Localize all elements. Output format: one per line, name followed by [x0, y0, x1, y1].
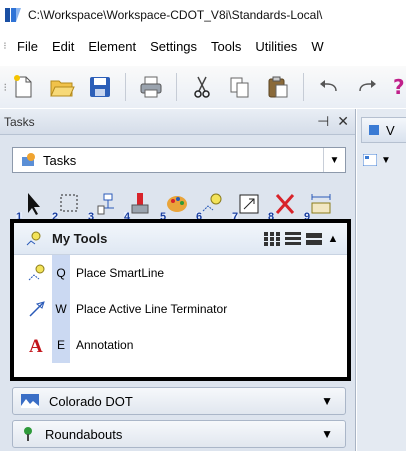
cut-icon — [193, 76, 210, 98]
toolbar-separator — [302, 73, 304, 101]
tasks-dropdown-value: Tasks — [43, 152, 77, 168]
close-icon[interactable]: ✕ — [337, 113, 349, 130]
view-options-button[interactable]: ▼ — [363, 149, 403, 171]
detail-view-icon[interactable] — [306, 232, 322, 246]
tasks-panel: Tasks ⊣ ✕ Tasks ▼ 1 2 3 4 5 6 7 8 9 My T… — [0, 109, 356, 451]
help-icon: ? — [393, 75, 405, 99]
line-terminator-icon — [26, 298, 48, 320]
my-tools-group: My Tools ▲ Q Place SmartLine W Place Act… — [10, 219, 351, 381]
menu-bar: ⁝ File Edit Element Settings Tools Utili… — [0, 31, 406, 61]
save-icon — [89, 77, 110, 97]
select-arrow-icon — [28, 193, 40, 215]
smartline-icon — [26, 262, 48, 284]
view-cube-icon — [369, 125, 379, 135]
copy-icon — [230, 77, 249, 98]
view-mode-icons: ▲ — [264, 231, 339, 246]
view-strip: V ▼ — [357, 109, 406, 451]
my-tools-header[interactable]: My Tools ▲ — [14, 223, 347, 255]
cut-button[interactable] — [189, 72, 215, 102]
toolbar-separator — [124, 73, 126, 101]
shortcut-key: E — [52, 327, 70, 363]
list-item[interactable]: Q Place SmartLine — [14, 255, 347, 291]
icon-view-grid-icon[interactable] — [264, 231, 280, 246]
save-button[interactable] — [87, 72, 113, 102]
my-tools-list: Q Place SmartLine W Place Active Line Te… — [14, 255, 347, 363]
redo-button[interactable] — [354, 72, 380, 102]
menu-element[interactable]: Element — [81, 39, 143, 54]
menu-edit[interactable]: Edit — [45, 39, 81, 54]
pin-icon[interactable]: ⊣ — [317, 113, 329, 130]
colorado-dot-icon — [21, 394, 39, 408]
menu-utilities[interactable]: Utilities — [248, 39, 304, 54]
list-item[interactable]: W Place Active Line Terminator — [14, 291, 347, 327]
open-button[interactable] — [49, 72, 75, 102]
new-file-button[interactable] — [10, 72, 36, 102]
paste-button[interactable] — [265, 72, 291, 102]
group-colorado-dot[interactable]: Colorado DOT ▼ — [12, 387, 346, 415]
menu-tools[interactable]: Tools — [204, 39, 248, 54]
dimension-icon — [311, 194, 331, 214]
modify-icon — [131, 193, 149, 214]
group-title: Roundabouts — [45, 426, 123, 442]
list-view-icon[interactable] — [285, 231, 301, 246]
toolbar-grip-icon[interactable]: ⁝ — [0, 81, 10, 94]
title-bar: C:\Workspace\Workspace-CDOT_V8i\Standard… — [0, 0, 406, 30]
manipulate-icon — [97, 193, 114, 215]
print-icon — [140, 76, 162, 98]
roundabouts-icon — [24, 427, 32, 441]
toolbar-separator — [175, 73, 177, 101]
redo-icon — [359, 80, 376, 92]
fence-icon — [60, 194, 78, 212]
view-options-icon — [363, 154, 377, 166]
open-folder-icon — [49, 80, 75, 97]
standard-toolbar: ⁝ ? — [0, 66, 406, 108]
tool-label: Place Active Line Terminator — [76, 302, 228, 316]
tasks-panel-header: Tasks ⊣ ✕ — [0, 109, 355, 135]
undo-icon — [319, 80, 337, 92]
scale-icon — [239, 194, 259, 214]
window-title: C:\Workspace\Workspace-CDOT_V8i\Standard… — [28, 8, 323, 22]
task-tool-row: 1 2 3 4 5 6 7 8 9 — [16, 189, 346, 223]
tool-label: Annotation — [76, 338, 134, 352]
chevron-down-icon[interactable]: ▼ — [321, 394, 333, 408]
svg-text:?: ? — [393, 75, 405, 99]
tool-label: Place SmartLine — [76, 266, 165, 280]
print-button[interactable] — [138, 72, 164, 102]
copy-button[interactable] — [227, 72, 253, 102]
chevron-down-icon: ▼ — [381, 154, 391, 166]
paste-icon — [268, 76, 288, 98]
annotation-icon: A — [26, 334, 48, 356]
help-button[interactable]: ? — [392, 72, 406, 102]
menu-file[interactable]: File — [10, 39, 45, 54]
new-file-icon — [14, 75, 32, 98]
shortcut-key: W — [52, 291, 70, 327]
menu-window[interactable]: W — [304, 39, 330, 54]
group-roundabouts[interactable]: Roundabouts ▼ — [12, 420, 346, 448]
list-item[interactable]: A E Annotation — [14, 327, 347, 363]
menu-settings[interactable]: Settings — [143, 39, 204, 54]
smartline-bulb-icon — [202, 193, 222, 212]
my-tools-title: My Tools — [52, 231, 108, 246]
tasks-dropdown[interactable]: Tasks ▼ — [12, 147, 346, 173]
microstation-app-icon — [5, 8, 21, 22]
delete-x-icon — [275, 194, 295, 214]
view-tab-label: V — [386, 122, 395, 138]
tasks-icon — [22, 153, 35, 166]
chevron-down-icon[interactable]: ▼ — [321, 427, 333, 441]
smartline-icon — [26, 231, 41, 245]
svg-text:A: A — [29, 336, 43, 355]
group-title: Colorado DOT — [49, 393, 133, 409]
collapse-chevron-up-icon[interactable]: ▲ — [327, 232, 339, 246]
tasks-panel-title: Tasks — [4, 114, 35, 129]
chevron-down-icon[interactable]: ▼ — [323, 148, 345, 172]
menu-grip-icon[interactable]: ⁝ — [0, 41, 10, 52]
attributes-palette-icon — [167, 196, 187, 212]
shortcut-key: Q — [52, 255, 70, 291]
view-tab[interactable]: V — [361, 117, 406, 143]
undo-button[interactable] — [316, 72, 342, 102]
